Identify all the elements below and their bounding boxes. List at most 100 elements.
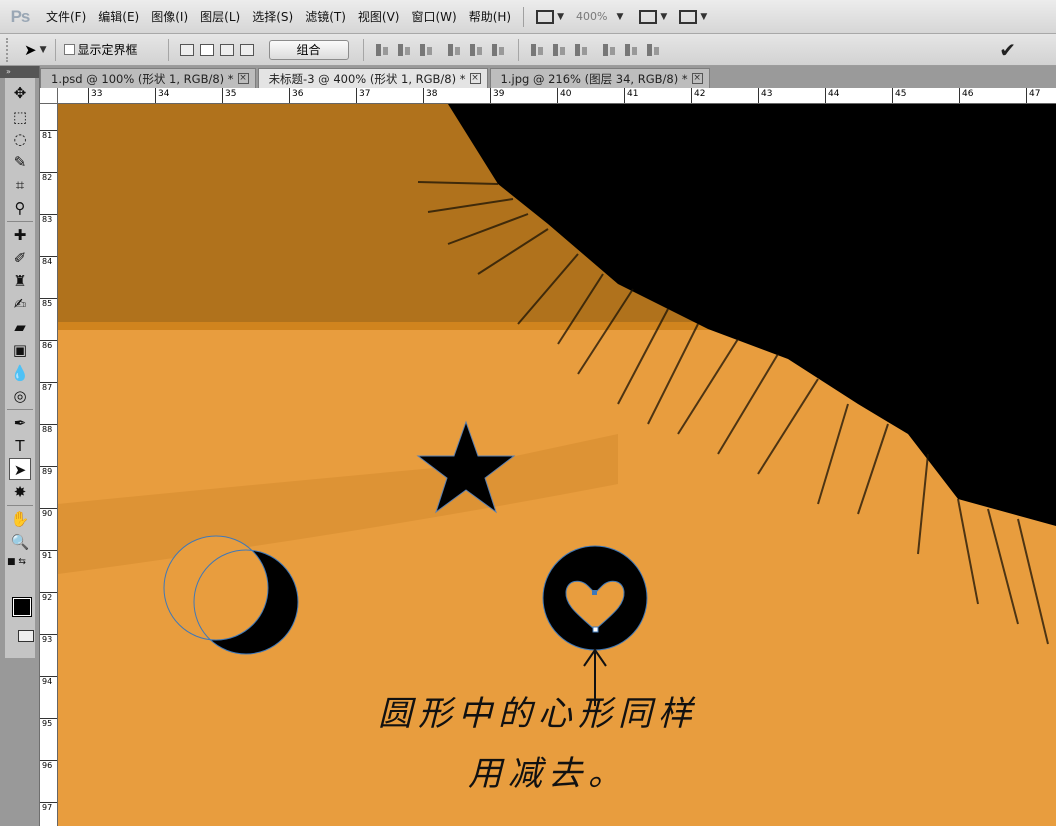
combine-intersect-icon[interactable] — [219, 43, 234, 56]
combine-button[interactable]: 组合 — [268, 39, 349, 60]
menu-view[interactable]: 视图(V) — [352, 0, 406, 34]
close-icon[interactable]: × — [691, 73, 703, 84]
annotation-line-2: 用减去。 — [468, 754, 628, 794]
options-divider — [54, 38, 56, 61]
eraser-tool-icon[interactable]: ▰ — [9, 316, 31, 338]
align-left-icon[interactable] — [446, 43, 464, 57]
crop-tool-icon[interactable]: ⌗ — [9, 174, 31, 196]
tool-preset-dropdown-icon[interactable]: ▼ — [40, 45, 47, 55]
healing-brush-tool-icon[interactable]: ✚ — [9, 224, 31, 246]
combine-add-icon[interactable] — [179, 43, 194, 56]
foreground-color-swatch[interactable] — [12, 597, 32, 617]
zoom-level[interactable]: 400% — [570, 10, 613, 23]
distribute-top-icon[interactable] — [529, 43, 547, 57]
menu-edit[interactable]: 编辑(E) — [92, 0, 145, 34]
close-icon[interactable]: × — [469, 73, 481, 84]
horizontal-ruler[interactable]: 33 34 35 36 37 38 39 40 41 42 43 44 45 4… — [58, 88, 1056, 104]
align-bottom-icon[interactable] — [418, 43, 436, 57]
tab-untitled-3[interactable]: 未标题-3 @ 400% (形状 1, RGB/8) * × — [257, 68, 488, 88]
document-canvas[interactable]: 圆形中的心形同样 用减去。 — [58, 104, 1056, 826]
zoom-dropdown-icon[interactable]: ▼ — [616, 12, 623, 22]
menu-divider — [523, 6, 525, 27]
chevron-down-icon: ▼ — [660, 11, 668, 22]
distribute-right-icon[interactable] — [645, 43, 663, 57]
history-brush-tool-icon[interactable]: ✍ — [9, 293, 31, 315]
menu-filter[interactable]: 滤镜(T) — [299, 0, 352, 34]
tools-column: ✥ ⬚ ◌ ✎ ⌗ ⚲ ✚ ✐ ♜ ✍ ▰ ▣ 💧 ◎ ✒ T ➤ ✸ ✋ 🔍 … — [5, 78, 41, 658]
ruler-tick: 89 — [40, 466, 57, 477]
ruler-tick: 84 — [40, 256, 57, 267]
ruler-tick: 88 — [40, 424, 57, 435]
align-hcenter-icon[interactable] — [468, 43, 486, 57]
ruler-tick: 46 — [959, 88, 973, 103]
anchor-point[interactable] — [592, 626, 599, 633]
menu-select[interactable]: 选择(S) — [246, 0, 299, 34]
anchor-point[interactable] — [592, 590, 597, 595]
marquee-tool-icon[interactable]: ⬚ — [9, 106, 31, 128]
ruler-origin[interactable] — [40, 88, 58, 104]
show-bounding-box-checkbox[interactable] — [63, 44, 75, 55]
distribute-vcenter-icon[interactable] — [551, 43, 569, 57]
ruler-tick: 47 — [1026, 88, 1040, 103]
quick-selection-tool-icon[interactable]: ✎ — [9, 151, 31, 173]
path-selection-tool-icon[interactable]: ➤ — [9, 458, 31, 480]
ruler-tick: 90 — [40, 508, 57, 519]
options-bar: ➤ ▼ 显示定界框 组合 ✔ — [0, 34, 1056, 66]
options-grip[interactable] — [6, 37, 12, 62]
options-divider — [362, 38, 364, 61]
hand-tool-icon[interactable]: ✋ — [9, 508, 31, 530]
combine-exclude-icon[interactable] — [239, 43, 254, 56]
close-icon[interactable]: × — [237, 73, 249, 84]
pen-tool-icon[interactable]: ✒ — [9, 412, 31, 434]
move-tool-icon[interactable]: ✥ — [9, 82, 31, 104]
combine-subtract-icon[interactable] — [199, 43, 214, 56]
blur-tool-icon[interactable]: 💧 — [9, 362, 31, 384]
menu-window[interactable]: 窗口(W) — [405, 0, 462, 34]
eyedropper-tool-icon[interactable]: ⚲ — [9, 197, 31, 219]
tab-1psd[interactable]: 1.psd @ 100% (形状 1, RGB/8) * × — [40, 68, 256, 88]
arrange-documents-button[interactable]: ▼ — [633, 0, 673, 34]
commit-checkmark-icon[interactable]: ✔ — [999, 38, 1016, 62]
screen-mode-button[interactable]: ▼ — [673, 0, 713, 34]
toolbox-divider — [7, 409, 33, 410]
align-right-icon[interactable] — [490, 43, 508, 57]
menu-help[interactable]: 帮助(H) — [463, 0, 517, 34]
photoshop-logo: Ps — [10, 6, 31, 26]
toolbox-divider — [7, 221, 33, 222]
align-vcenter-icon[interactable] — [396, 43, 414, 57]
clone-stamp-tool-icon[interactable]: ♜ — [9, 270, 31, 292]
ruler-tick: 43 — [758, 88, 772, 103]
distribute-hcenter-icon[interactable] — [623, 43, 641, 57]
ruler-tick: 39 — [490, 88, 504, 103]
launch-bridge-button[interactable]: ▼ — [530, 0, 570, 34]
screen-mode-icon — [679, 9, 698, 24]
quick-mask-icon[interactable] — [18, 630, 34, 642]
ruler-tick: 36 — [289, 88, 303, 103]
ruler-tick: 93 — [40, 634, 57, 645]
vertical-ruler[interactable]: 81 82 83 84 85 86 87 88 89 90 91 92 93 9… — [40, 104, 58, 826]
distribute-left-icon[interactable] — [601, 43, 619, 57]
zoom-tool-icon[interactable]: 🔍 — [9, 531, 31, 553]
chevron-down-icon: ▼ — [557, 11, 565, 22]
menu-image[interactable]: 图像(I) — [145, 0, 194, 34]
align-top-icon[interactable] — [374, 43, 392, 57]
brush-tool-icon[interactable]: ✐ — [9, 247, 31, 269]
menu-file[interactable]: 文件(F) — [40, 0, 92, 34]
ruler-tick: 87 — [40, 382, 57, 393]
ruler-tick: 35 — [222, 88, 236, 103]
tab-1jpg[interactable]: 1.jpg @ 216% (图层 34, RGB/8) * × — [489, 68, 710, 88]
chevron-down-icon: ▼ — [700, 11, 708, 22]
lasso-tool-icon[interactable]: ◌ — [9, 128, 31, 150]
distribute-bottom-icon[interactable] — [573, 43, 591, 57]
custom-shape-tool-icon[interactable]: ✸ — [9, 481, 31, 503]
ruler-tick: 34 — [155, 88, 169, 103]
menu-layer[interactable]: 图层(L) — [194, 0, 246, 34]
type-tool-icon[interactable]: T — [9, 435, 31, 457]
default-colors-icon[interactable]: ■ ⇆ — [7, 556, 33, 568]
ruler-tick: 45 — [892, 88, 906, 103]
ruler-tick: 38 — [423, 88, 437, 103]
gradient-tool-icon[interactable]: ▣ — [9, 339, 31, 361]
dodge-tool-icon[interactable]: ◎ — [9, 385, 31, 407]
toolbox-collapse-icon[interactable]: » — [0, 66, 39, 78]
ruler-tick: 44 — [825, 88, 839, 103]
